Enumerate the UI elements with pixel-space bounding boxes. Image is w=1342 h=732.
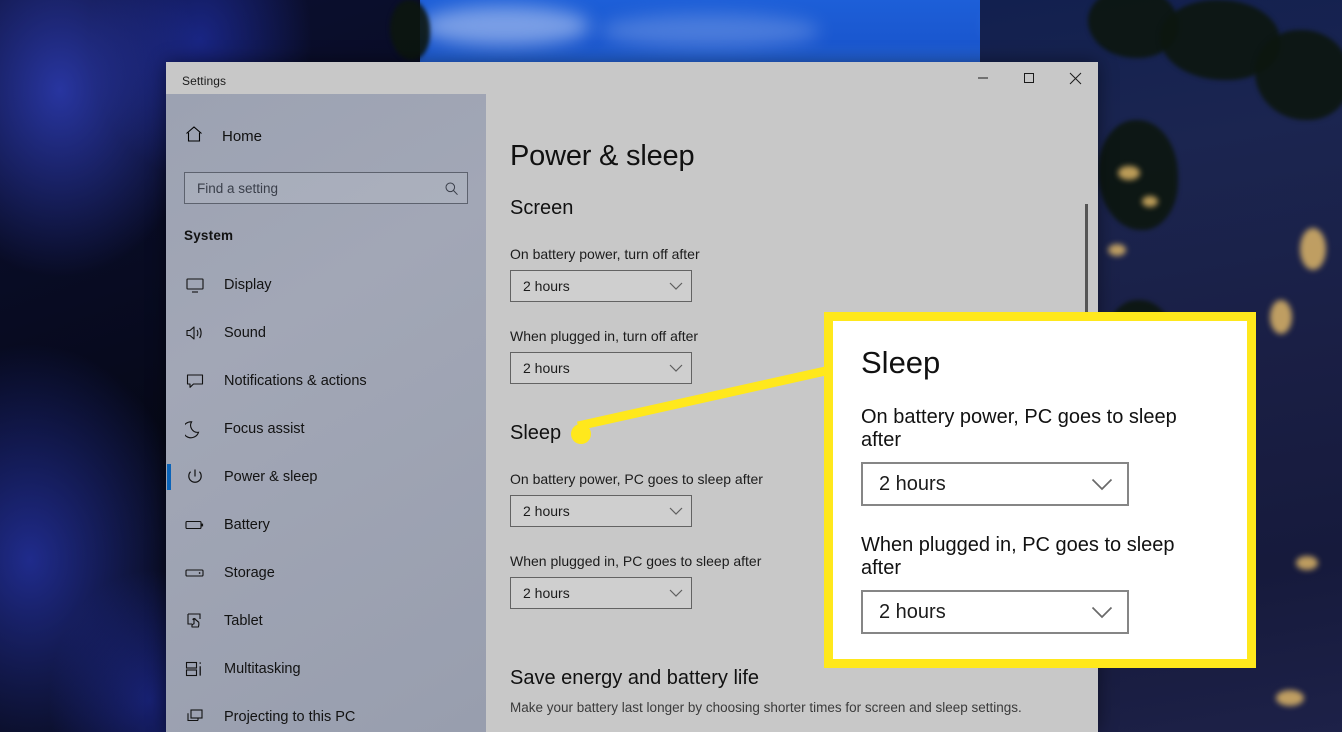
sidebar-item-tablet-label: Tablet bbox=[224, 613, 263, 629]
chevron-down-icon bbox=[1091, 478, 1113, 491]
callout-plugged-dropdown[interactable]: 2 hours bbox=[861, 590, 1129, 634]
sidebar-item-battery-label: Battery bbox=[224, 517, 270, 533]
sidebar: Home Find a setting System Display Sound… bbox=[166, 94, 486, 732]
callout-anchor-dot bbox=[571, 423, 592, 444]
sleep-section-heading: Sleep bbox=[510, 422, 562, 444]
search-input[interactable]: Find a setting bbox=[184, 172, 468, 204]
search-input-value[interactable]: Find a setting bbox=[197, 181, 444, 196]
callout-battery-dropdown[interactable]: 2 hours bbox=[861, 462, 1129, 506]
screen-battery-value: 2 hours bbox=[523, 278, 570, 294]
battery-icon bbox=[184, 515, 206, 535]
sidebar-item-tablet[interactable]: Tablet bbox=[166, 597, 486, 645]
sidebar-item-notifications-label: Notifications & actions bbox=[224, 373, 367, 389]
wallpaper-highlight bbox=[1108, 244, 1126, 256]
sidebar-item-focus-assist[interactable]: Focus assist bbox=[166, 405, 486, 453]
callout-plugged-label: When plugged in, PC goes to sleep after bbox=[861, 534, 1175, 579]
sleep-battery-dropdown[interactable]: 2 hours bbox=[510, 495, 692, 527]
power-icon bbox=[184, 467, 206, 487]
monitor-icon bbox=[184, 275, 206, 295]
save-energy-heading: Save energy and battery life bbox=[510, 667, 760, 689]
title-bar[interactable]: Settings bbox=[166, 62, 1098, 94]
window-title: Settings bbox=[182, 74, 227, 88]
sleep-plugged-value: 2 hours bbox=[523, 585, 570, 601]
sidebar-item-focus-assist-label: Focus assist bbox=[224, 421, 305, 437]
minimize-button[interactable] bbox=[960, 62, 1006, 94]
window-controls bbox=[960, 62, 1098, 94]
sidebar-item-notifications[interactable]: Notifications & actions bbox=[166, 357, 486, 405]
moon-icon bbox=[184, 419, 206, 439]
wallpaper-highlight bbox=[1118, 166, 1140, 180]
speaker-icon bbox=[184, 323, 206, 343]
wallpaper-cloud bbox=[420, 6, 590, 46]
sleep-battery-value: 2 hours bbox=[523, 503, 570, 519]
sidebar-item-sound[interactable]: Sound bbox=[166, 309, 486, 357]
sidebar-item-home[interactable]: Home bbox=[166, 116, 486, 156]
callout-battery-value: 2 hours bbox=[879, 472, 946, 495]
chevron-down-icon bbox=[669, 364, 683, 373]
sidebar-nav-list: Display Sound Notifications & actions Fo… bbox=[166, 261, 486, 732]
chevron-down-icon bbox=[669, 507, 683, 516]
wallpaper-highlight bbox=[1142, 196, 1158, 207]
sidebar-item-projecting-label: Projecting to this PC bbox=[224, 709, 356, 725]
sidebar-item-display-label: Display bbox=[224, 277, 272, 293]
search-icon[interactable] bbox=[444, 181, 459, 196]
wallpaper-highlight bbox=[1276, 690, 1304, 706]
tablet-icon bbox=[184, 611, 206, 631]
page-title: Power & sleep bbox=[510, 140, 695, 172]
sidebar-item-power-sleep-label: Power & sleep bbox=[224, 469, 318, 485]
sleep-plugged-dropdown[interactable]: 2 hours bbox=[510, 577, 692, 609]
sidebar-item-home-label: Home bbox=[222, 127, 263, 145]
wallpaper-highlight bbox=[1300, 228, 1326, 270]
callout-heading: Sleep bbox=[861, 345, 941, 380]
sidebar-group-heading: System bbox=[184, 228, 234, 243]
sidebar-item-display[interactable]: Display bbox=[166, 261, 486, 309]
wallpaper-cloud bbox=[600, 14, 820, 48]
screen-plugged-value: 2 hours bbox=[523, 360, 570, 376]
chevron-down-icon bbox=[669, 282, 683, 291]
sidebar-item-multitasking[interactable]: Multitasking bbox=[166, 645, 486, 693]
sidebar-item-projecting[interactable]: Projecting to this PC bbox=[166, 693, 486, 732]
projecting-icon bbox=[184, 707, 206, 727]
screen-section-heading: Screen bbox=[510, 197, 574, 219]
sidebar-item-power-sleep[interactable]: Power & sleep bbox=[166, 453, 486, 501]
wallpaper-highlight bbox=[1270, 300, 1292, 334]
callout-box: Sleep On battery power, PC goes to sleep… bbox=[824, 312, 1256, 668]
screen-battery-dropdown[interactable]: 2 hours bbox=[510, 270, 692, 302]
multitasking-icon bbox=[184, 659, 206, 679]
chevron-down-icon bbox=[1091, 606, 1113, 619]
sidebar-item-storage[interactable]: Storage bbox=[166, 549, 486, 597]
callout-plugged-value: 2 hours bbox=[879, 600, 946, 623]
callout-battery-label: On battery power, PC goes to sleep after bbox=[861, 406, 1177, 451]
storage-icon bbox=[184, 563, 206, 583]
save-energy-description: Make your battery last longer by choosin… bbox=[510, 700, 1022, 715]
screen-battery-label: On battery power, turn off after bbox=[510, 246, 700, 262]
wallpaper-highlight bbox=[1296, 556, 1318, 570]
chevron-down-icon bbox=[669, 589, 683, 598]
sidebar-item-multitasking-label: Multitasking bbox=[224, 661, 301, 677]
sidebar-item-battery[interactable]: Battery bbox=[166, 501, 486, 549]
wallpaper-foliage bbox=[390, 0, 430, 60]
screen-plugged-dropdown[interactable]: 2 hours bbox=[510, 352, 692, 384]
sidebar-item-storage-label: Storage bbox=[224, 565, 275, 581]
maximize-button[interactable] bbox=[1006, 62, 1052, 94]
close-button[interactable] bbox=[1052, 62, 1098, 94]
sidebar-item-sound-label: Sound bbox=[224, 325, 266, 341]
notification-icon bbox=[184, 371, 206, 391]
home-icon bbox=[184, 124, 204, 149]
